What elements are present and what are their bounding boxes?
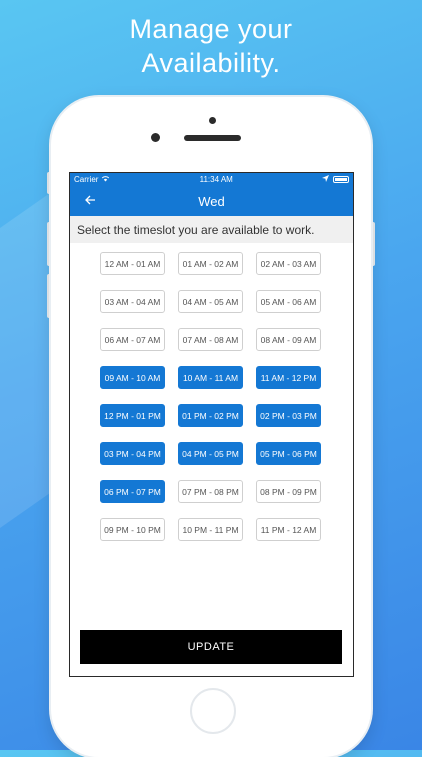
- timeslot-button[interactable]: 10 PM - 11 PM: [178, 518, 243, 541]
- headline: Manage your Availability.: [0, 12, 422, 80]
- timeslot-button[interactable]: 02 PM - 03 PM: [256, 404, 321, 427]
- page-title: Wed: [198, 193, 225, 209]
- nav-bar: Wed: [70, 186, 353, 216]
- timeslot-grid: 12 AM - 01 AM 01 AM - 02 AM 02 AM - 03 AM 0…: [100, 252, 322, 541]
- timeslot-button[interactable]: 09 AM - 10 AM: [100, 366, 165, 389]
- timeslot-button[interactable]: 11 AM - 12 PM: [256, 366, 321, 389]
- timeslot-button[interactable]: 03 PM - 04 PM: [100, 442, 165, 465]
- timeslot-button[interactable]: 12 PM - 01 PM: [100, 404, 165, 427]
- timeslot-button[interactable]: 02 AM - 03 AM: [256, 252, 321, 275]
- back-arrow-icon[interactable]: [84, 192, 96, 210]
- battery-icon: [332, 176, 349, 183]
- timeslot-button[interactable]: 05 AM - 06 AM: [256, 290, 321, 313]
- timeslot-button[interactable]: 05 PM - 06 PM: [256, 442, 321, 465]
- timeslot-button[interactable]: 12 AM - 01 AM: [100, 252, 165, 275]
- timeslot-button[interactable]: 06 AM - 07 AM: [100, 328, 165, 351]
- status-bar: Carrier 11:34 AM: [70, 173, 353, 186]
- timeslot-button[interactable]: 01 PM - 02 PM: [178, 404, 243, 427]
- timeslot-button[interactable]: 04 AM - 05 AM: [178, 290, 243, 313]
- earpiece-speaker: [184, 135, 241, 141]
- timeslot-button[interactable]: 11 PM - 12 AM: [256, 518, 321, 541]
- timeslot-button[interactable]: 09 PM - 10 PM: [100, 518, 165, 541]
- headline-line-1: Manage your: [129, 14, 293, 44]
- status-time: 11:34 AM: [199, 175, 233, 184]
- proximity-sensor: [209, 117, 216, 124]
- app-screen: Carrier 11:34 AM Wed Select the timeslot…: [69, 172, 354, 677]
- timeslot-button[interactable]: 07 PM - 08 PM: [178, 480, 243, 503]
- headline-line-2: Availability.: [141, 48, 281, 78]
- timeslot-button[interactable]: 08 AM - 09 AM: [256, 328, 321, 351]
- home-button[interactable]: [190, 688, 236, 734]
- timeslot-button[interactable]: 07 AM - 08 AM: [178, 328, 243, 351]
- instruction-text: Select the timeslot you are available to…: [70, 216, 353, 243]
- front-camera: [151, 133, 160, 142]
- update-button[interactable]: UPDATE: [80, 630, 342, 664]
- carrier-label: Carrier: [74, 175, 99, 184]
- timeslot-button[interactable]: 01 AM - 02 AM: [178, 252, 243, 275]
- location-icon: [321, 175, 329, 184]
- timeslot-button[interactable]: 06 PM - 07 PM: [100, 480, 165, 503]
- timeslot-button[interactable]: 10 AM - 11 AM: [178, 366, 243, 389]
- timeslot-button[interactable]: 08 PM - 09 PM: [256, 480, 321, 503]
- timeslot-button[interactable]: 04 PM - 05 PM: [178, 442, 243, 465]
- wifi-icon: [101, 175, 110, 184]
- timeslot-button[interactable]: 03 AM - 04 AM: [100, 290, 165, 313]
